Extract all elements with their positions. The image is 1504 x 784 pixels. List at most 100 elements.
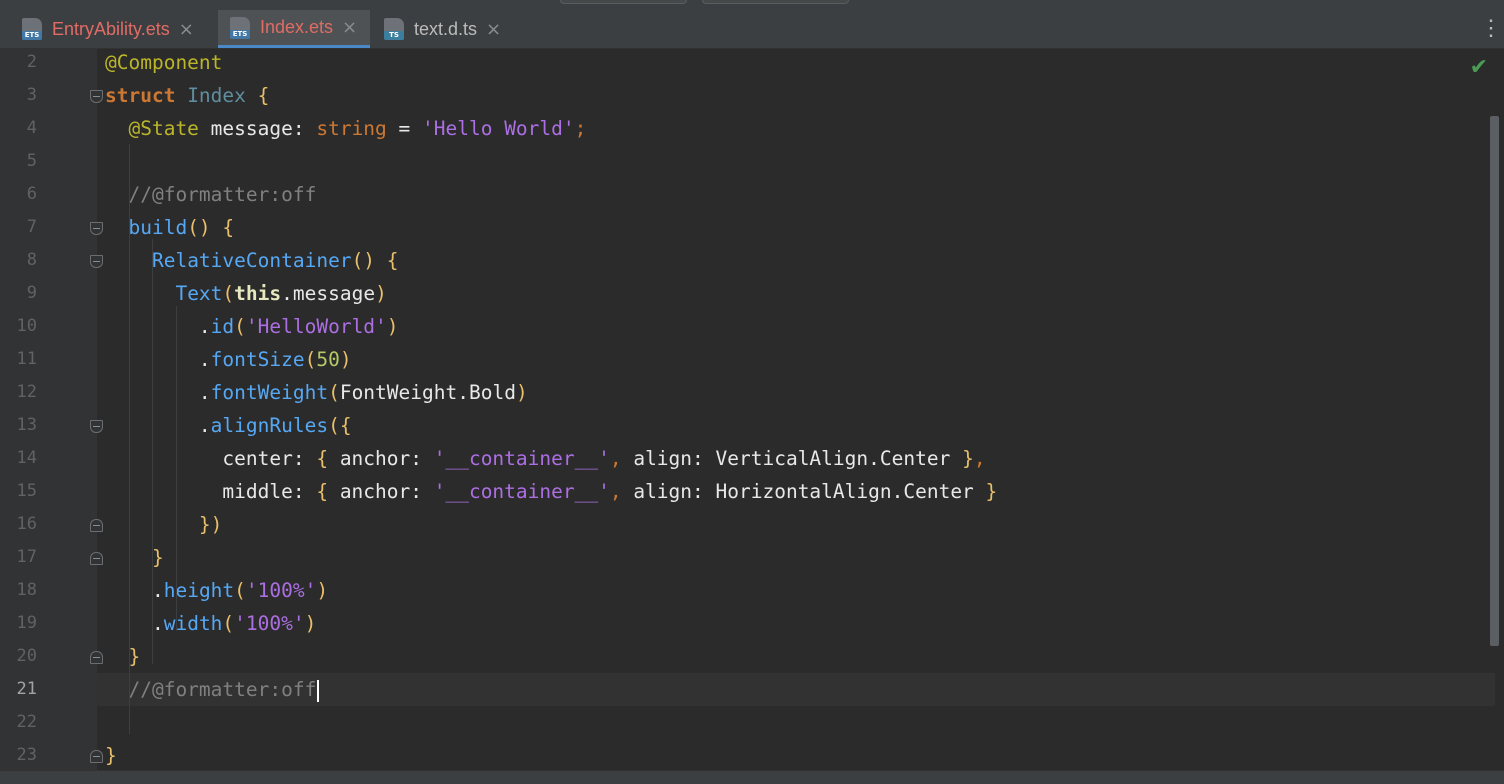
code-line[interactable]: //@formatter:off	[97, 178, 1495, 211]
close-icon[interactable]: ×	[486, 19, 501, 40]
check-icon[interactable]: ✔	[1470, 55, 1488, 80]
code-token: .	[151, 612, 164, 635]
line-number: 14	[16, 448, 37, 468]
code-line[interactable]: .id('HelloWorld')	[97, 310, 1495, 343]
line-number: 8	[26, 250, 37, 270]
code-token: '100%'	[234, 612, 305, 635]
code-line[interactable]: //@formatter:off	[97, 673, 1495, 706]
code-token: )	[339, 348, 352, 371]
code-token: //@formatter:off	[128, 183, 317, 206]
line-number: 20	[16, 646, 37, 666]
line-number: 18	[16, 580, 37, 600]
code-token: }	[128, 645, 141, 668]
close-icon[interactable]: ×	[342, 17, 357, 38]
code-line[interactable]: .fontWeight(FontWeight.Bold)	[97, 376, 1495, 409]
code-line[interactable]: }	[97, 739, 1495, 772]
code-token: '__container__'	[433, 447, 610, 470]
code-line[interactable]: .fontSize(50)	[97, 343, 1495, 376]
line-number: 10	[16, 316, 37, 336]
code-line[interactable]: .width('100%')	[97, 607, 1495, 640]
line-number: 19	[16, 613, 37, 633]
code-line[interactable]: .alignRules({	[97, 409, 1495, 442]
code-line[interactable]	[97, 706, 1495, 739]
file-type-badge: TS	[384, 31, 404, 40]
code-line[interactable]: }	[97, 541, 1495, 574]
line-number-gutter[interactable]: 2 3 4 5 6 7 8 9 10 11 12 13 14 15 16 17 18 19 20 21 22 23	[7, 49, 103, 770]
device-selector[interactable]	[702, 0, 849, 4]
code-line[interactable]: .height('100%')	[97, 574, 1495, 607]
code-token: @Component	[105, 51, 223, 74]
code-editor[interactable]: 2 3 4 5 6 7 8 9 10 11 12 13 14 15 16 17 18 19 20 21 22 23 @Co…	[0, 49, 1504, 770]
code-token: {	[386, 249, 399, 272]
code-line[interactable]: RelativeContainer() {	[97, 244, 1495, 277]
code-token: anchor:	[339, 480, 434, 503]
tab-bar-edge	[0, 10, 8, 48]
file-icon: ETS	[22, 18, 42, 40]
code-token: (	[304, 348, 317, 371]
file-type-badge: ETS	[230, 29, 250, 39]
code-token: //@formatter:off	[128, 678, 317, 701]
line-number: 2	[26, 52, 37, 72]
indent-guide	[129, 144, 130, 734]
code-token: this	[234, 282, 282, 305]
code-line[interactable]: struct Index {	[97, 79, 1495, 112]
code-line[interactable]: build() {	[97, 211, 1495, 244]
code-line[interactable]: @State message: string = 'Hello World';	[97, 112, 1495, 145]
line-number: 11	[16, 349, 37, 369]
code-token: }	[151, 546, 164, 569]
close-icon[interactable]: ×	[179, 19, 194, 40]
code-token: .	[198, 315, 211, 338]
code-line[interactable]: }	[97, 640, 1495, 673]
code-line[interactable]: @Component	[97, 46, 1495, 79]
code-token: (	[328, 381, 340, 404]
vertical-scrollbar[interactable]	[1490, 116, 1499, 646]
code-token: center:	[222, 447, 317, 470]
code-token: .	[151, 579, 164, 602]
tab-label: text.d.ts	[414, 18, 478, 39]
code-line[interactable]: })	[97, 508, 1495, 541]
code-token: )	[375, 282, 387, 305]
line-number: 16	[16, 514, 37, 534]
indent-guide	[176, 306, 177, 631]
code-token: .	[198, 381, 211, 404]
file-type-badge: ETS	[22, 31, 42, 40]
code-token: }	[985, 480, 998, 503]
code-token: RelativeContainer	[151, 249, 352, 272]
file-icon: TS	[384, 18, 404, 40]
code-token: (	[328, 414, 340, 437]
code-token: middle:	[222, 480, 317, 503]
line-number: 12	[16, 382, 37, 402]
code-line[interactable]: center: { anchor: '__container__', align…	[97, 442, 1495, 475]
code-token: ,	[609, 447, 634, 470]
file-icon: ETS	[230, 16, 250, 39]
code-token: FontWeight.Bold	[339, 381, 516, 404]
code-token: message:	[210, 117, 317, 140]
code-area[interactable]: @Component struct Index { @State message:…	[97, 49, 1495, 770]
code-line[interactable]	[97, 145, 1495, 178]
code-token: {	[316, 447, 340, 470]
code-token: .message	[281, 282, 376, 305]
line-number: 3	[26, 85, 37, 105]
code-token: 50	[316, 348, 340, 371]
code-token: )	[304, 612, 317, 635]
code-token: {	[339, 414, 352, 437]
code-token: height	[163, 579, 235, 602]
top-strip	[0, 0, 1504, 10]
run-config-selector[interactable]	[560, 0, 687, 4]
line-number: 17	[16, 547, 37, 567]
tab-2[interactable]: ETS Index.ets ×	[218, 10, 370, 48]
line-number: 23	[16, 745, 37, 765]
code-line[interactable]: middle: { anchor: '__container__', align…	[97, 475, 1495, 508]
code-token: (	[222, 612, 235, 635]
more-vertical-icon[interactable]: ⋮	[1480, 16, 1502, 42]
editor-tab-bar: ETS EntryAbility.ets × ETS Index.ets × TS text.…	[0, 10, 1504, 49]
tab-3[interactable]: TS text.d.ts ×	[372, 10, 518, 48]
tab-1[interactable]: ETS EntryAbility.ets ×	[10, 10, 216, 48]
code-line[interactable]: Text(this.message)	[97, 277, 1495, 310]
code-token: ,	[609, 480, 634, 503]
